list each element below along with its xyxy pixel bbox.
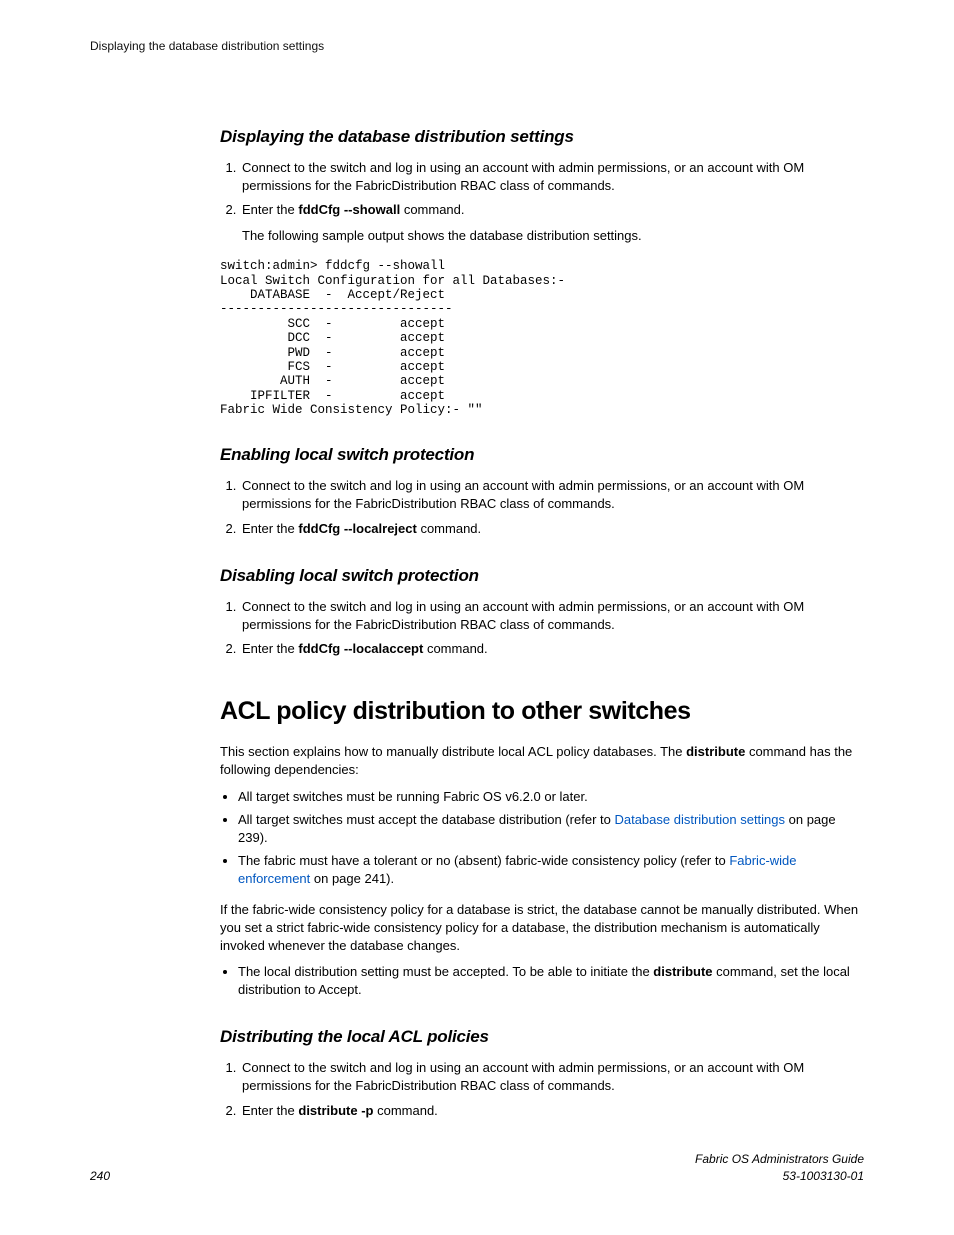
step-text: command. (400, 202, 464, 217)
step-text: Enter the (242, 641, 298, 656)
command: distribute (653, 964, 712, 979)
step-text: command. (417, 521, 481, 536)
list-item: The fabric must have a tolerant or no (a… (238, 852, 864, 888)
doc-number: 53-1003130-01 (695, 1168, 864, 1185)
step-1: Connect to the switch and log in using a… (240, 477, 864, 513)
text: The local distribution setting must be a… (238, 964, 653, 979)
steps-disable-local-switch: Connect to the switch and log in using a… (220, 598, 864, 659)
step-1: Connect to the switch and log in using a… (240, 598, 864, 634)
command: distribute -p (298, 1103, 373, 1118)
running-header: Displaying the database distribution set… (90, 38, 864, 55)
step-2: Enter the fddCfg --localaccept command. (240, 640, 864, 658)
steps-distribute-local-acl: Connect to the switch and log in using a… (220, 1059, 864, 1120)
step-2: Enter the distribute -p command. (240, 1102, 864, 1120)
para-strict-policy: If the fabric-wide consistency policy fo… (220, 901, 864, 956)
main-content: Displaying the database distribution set… (220, 125, 864, 1120)
command: fddCfg --localaccept (298, 641, 423, 656)
link-db-dist-settings[interactable]: Database distribution settings (614, 812, 785, 827)
heading-disable-local-switch: Disabling local switch protection (220, 564, 864, 588)
page-footer: 240 Fabric OS Administrators Guide 53-10… (90, 1151, 864, 1185)
step-2: Enter the fddCfg --localreject command. (240, 520, 864, 538)
text: All target switches must accept the data… (238, 812, 614, 827)
step-1: Connect to the switch and log in using a… (240, 1059, 864, 1095)
page-number: 240 (90, 1168, 110, 1185)
intro-para: This section explains how to manually di… (220, 743, 864, 779)
steps-enable-local-switch: Connect to the switch and log in using a… (220, 477, 864, 538)
step-text: Enter the (242, 1103, 298, 1118)
heading-display-db-dist: Displaying the database distribution set… (220, 125, 864, 149)
step-text: Enter the (242, 202, 298, 217)
text: on page 241). (310, 871, 394, 886)
book-title: Fabric OS Administrators Guide (695, 1151, 864, 1168)
step-1: Connect to the switch and log in using a… (240, 159, 864, 195)
steps-display-db-dist: Connect to the switch and log in using a… (220, 159, 864, 246)
step-text: command. (373, 1103, 437, 1118)
list-item: The local distribution setting must be a… (238, 963, 864, 999)
text: This section explains how to manually di… (220, 744, 686, 759)
step-text: command. (423, 641, 487, 656)
heading-acl-policy-dist: ACL policy distribution to other switche… (220, 694, 864, 729)
list-item: All target switches must accept the data… (238, 811, 864, 847)
command: fddCfg --showall (298, 202, 400, 217)
step-2: Enter the fddCfg --showall command. The … (240, 201, 864, 245)
code-block: switch:admin> fddcfg --showall Local Swi… (220, 259, 864, 417)
step-text: Enter the (242, 521, 298, 536)
list-item: All target switches must be running Fabr… (238, 788, 864, 806)
heading-enable-local-switch: Enabling local switch protection (220, 443, 864, 467)
heading-distribute-local-acl: Distributing the local ACL policies (220, 1025, 864, 1049)
step-note: The following sample output shows the da… (242, 227, 864, 245)
command: distribute (686, 744, 745, 759)
dependency-list-2: The local distribution setting must be a… (220, 963, 864, 999)
dependency-list: All target switches must be running Fabr… (220, 788, 864, 889)
text: The fabric must have a tolerant or no (a… (238, 853, 729, 868)
command: fddCfg --localreject (298, 521, 416, 536)
